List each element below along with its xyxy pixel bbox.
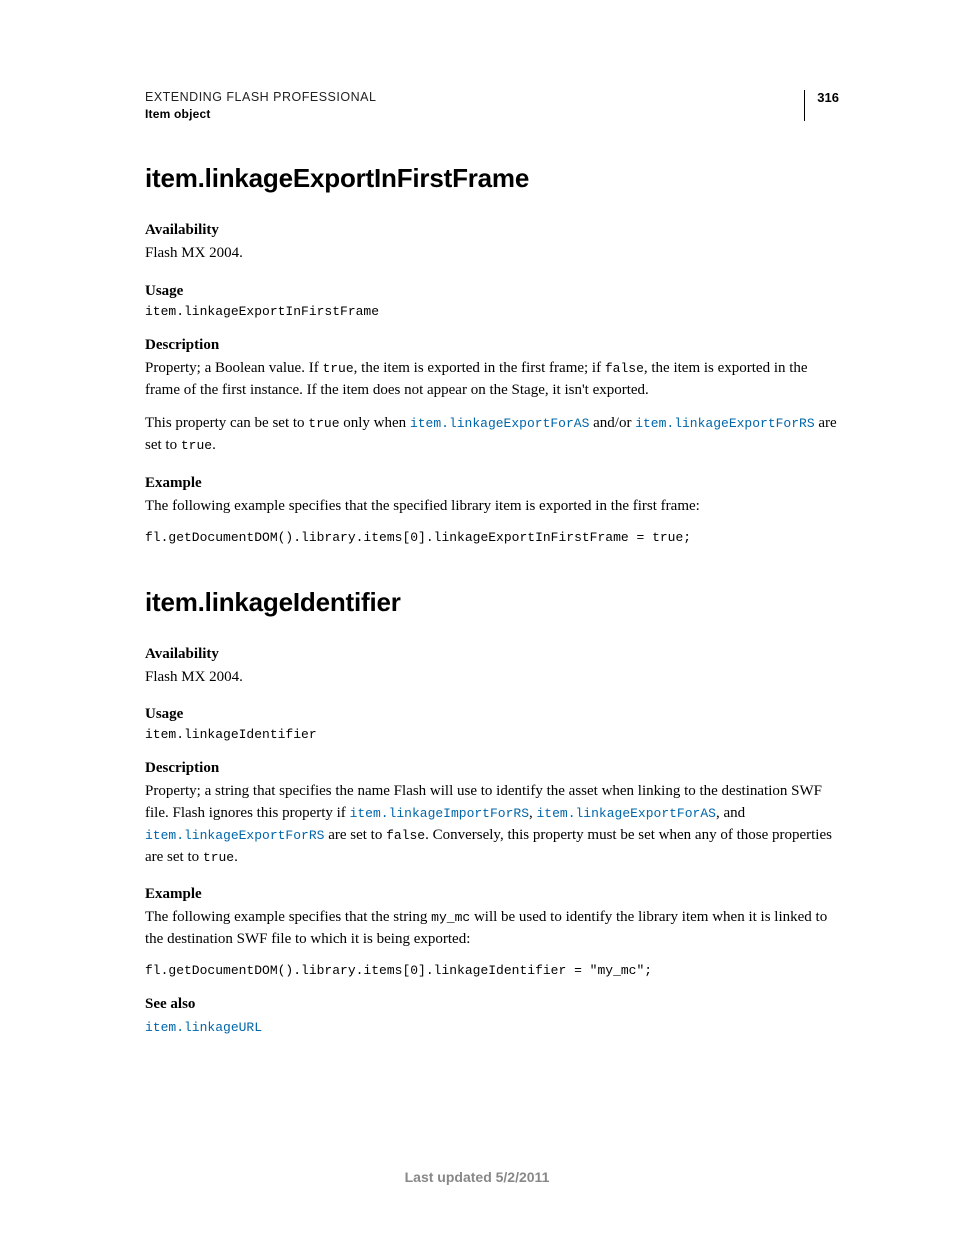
usage-code: item.linkageIdentifier: [145, 727, 839, 742]
running-header: EXTENDING FLASH PROFESSIONAL Item object…: [145, 90, 839, 121]
code-literal: true: [322, 361, 353, 376]
api-link[interactable]: item.linkageExportForRS: [635, 416, 814, 431]
text: , the item is exported in the first fram…: [354, 360, 605, 376]
api-link[interactable]: item.linkageExportForAS: [410, 416, 589, 431]
text: This property can be set to: [145, 415, 308, 431]
usage-code: item.linkageExportInFirstFrame: [145, 304, 839, 319]
subheading-seealso: See also: [145, 996, 839, 1013]
api-link[interactable]: item.linkageExportForAS: [537, 806, 716, 821]
api-heading: item.linkageExportInFirstFrame: [145, 163, 839, 194]
subheading-description: Description: [145, 337, 839, 354]
api-link[interactable]: item.linkageImportForRS: [350, 806, 529, 821]
subheading-usage: Usage: [145, 283, 839, 300]
subheading-description: Description: [145, 760, 839, 777]
subheading-example: Example: [145, 886, 839, 903]
page-number: 316: [804, 90, 839, 121]
text: are set to: [324, 827, 386, 843]
description-paragraph: Property; a Boolean value. If true, the …: [145, 358, 839, 402]
code-literal: true: [308, 416, 339, 431]
code-literal: false: [605, 361, 644, 376]
example-text: The following example specifies that the…: [145, 907, 839, 951]
text: The following example specifies that the…: [145, 909, 431, 925]
text: , and: [716, 805, 745, 821]
availability-text: Flash MX 2004.: [145, 667, 839, 689]
text: .: [234, 849, 238, 865]
text: ,: [529, 805, 537, 821]
example-code: fl.getDocumentDOM().library.items[0].lin…: [145, 530, 839, 545]
api-link[interactable]: item.linkageURL: [145, 1020, 262, 1035]
seealso-links: item.linkageURL: [145, 1017, 839, 1039]
subheading-availability: Availability: [145, 222, 839, 239]
section-title: Item object: [145, 107, 376, 121]
subheading-example: Example: [145, 475, 839, 492]
api-heading: item.linkageIdentifier: [145, 587, 839, 618]
api-link[interactable]: item.linkageExportForRS: [145, 828, 324, 843]
subheading-availability: Availability: [145, 646, 839, 663]
example-text: The following example specifies that the…: [145, 496, 839, 518]
example-code: fl.getDocumentDOM().library.items[0].lin…: [145, 963, 839, 978]
page-footer: Last updated 5/2/2011: [0, 1169, 954, 1185]
availability-text: Flash MX 2004.: [145, 243, 839, 265]
text: and/or: [589, 415, 635, 431]
text: Property; a Boolean value. If: [145, 360, 322, 376]
code-literal: false: [386, 828, 425, 843]
header-left: EXTENDING FLASH PROFESSIONAL Item object: [145, 90, 376, 121]
chapter-title: EXTENDING FLASH PROFESSIONAL: [145, 90, 376, 104]
code-literal: my_mc: [431, 910, 470, 925]
description-paragraph: This property can be set to true only wh…: [145, 413, 839, 457]
subheading-usage: Usage: [145, 706, 839, 723]
code-literal: true: [203, 850, 234, 865]
text: .: [212, 437, 216, 453]
code-literal: true: [181, 438, 212, 453]
text: only when: [340, 415, 410, 431]
description-paragraph: Property; a string that specifies the na…: [145, 781, 839, 868]
